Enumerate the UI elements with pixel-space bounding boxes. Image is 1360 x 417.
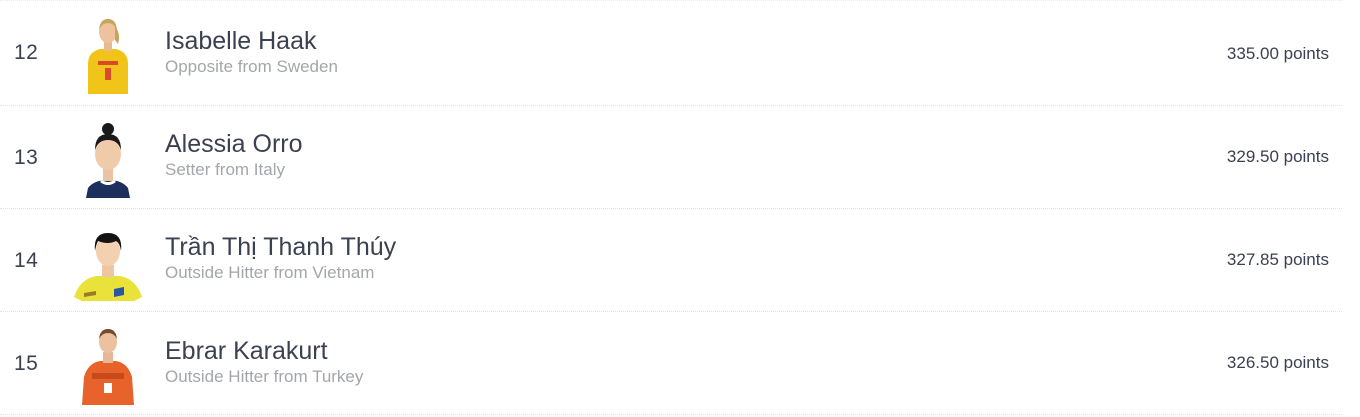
player-name[interactable]: Trần Thị Thanh Thúy [165,233,396,262]
player-position-country: Outside Hitter from Vietnam [165,263,375,282]
player-points: 326.50 points [1226,353,1329,372]
player-avatar [74,221,142,301]
rank-number: 12 [14,41,39,64]
list-item[interactable]: 13 Alessia Orro Setter from Italy 329.50… [0,106,1342,209]
player-points: 329.50 points [1226,147,1329,166]
player-name[interactable]: Isabelle Haak [165,27,316,56]
rank-number: 13 [14,146,39,169]
list-item[interactable]: 12 Isabelle Haak Opposite from Sweden 33… [0,0,1342,106]
rank-number: 14 [14,249,39,272]
player-points: 335.00 points [1226,44,1329,63]
player-position-country: Setter from Italy [165,160,285,179]
player-position-country: Outside Hitter from Turkey [165,367,364,386]
player-name[interactable]: Ebrar Karakurt [165,337,328,366]
player-ranking-list: 12 Isabelle Haak Opposite from Sweden 33… [0,0,1342,417]
player-name[interactable]: Alessia Orro [165,130,303,159]
player-avatar [74,325,142,405]
player-avatar [74,118,142,198]
player-points: 327.85 points [1226,250,1329,269]
rank-number: 15 [14,352,39,375]
player-avatar [74,14,142,94]
player-position-country: Opposite from Sweden [165,57,338,76]
list-item[interactable]: 14 Trần Thị Thanh Thúy Outside Hitter fr… [0,209,1342,312]
list-item[interactable]: 15 Ebrar Karakurt Outside Hitter from Tu… [0,312,1342,415]
